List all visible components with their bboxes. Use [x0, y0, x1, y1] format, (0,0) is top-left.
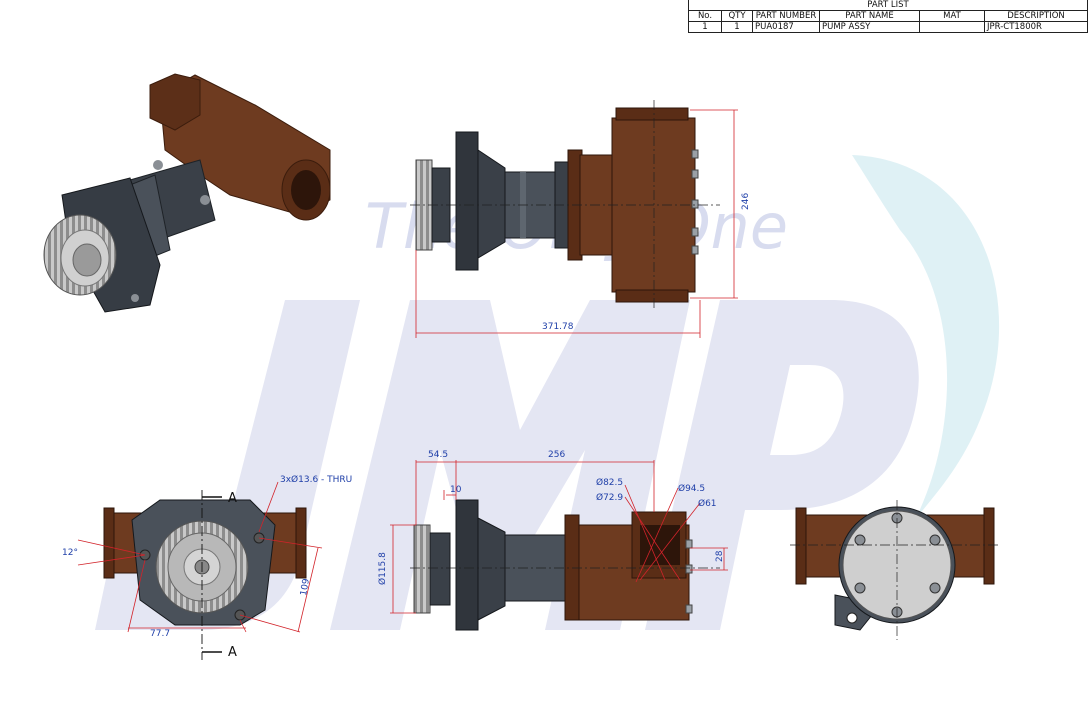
- drawing-canvas: The Only One: [43, 73, 1000, 660]
- part-list-header-row: No. QTY PART NUMBER PART NAME MAT DESCRI…: [688, 10, 1088, 22]
- dim-94-5: Ø94.5: [678, 483, 705, 494]
- section-a-bottom-label: A: [228, 645, 237, 660]
- cell-qty: 1: [721, 21, 753, 33]
- dim-256: 256: [548, 450, 565, 460]
- header-part-name: PART NAME: [819, 10, 920, 22]
- dim-angle-12: 12°: [62, 548, 78, 558]
- rear-view: [790, 500, 1000, 640]
- dim-61: Ø61: [698, 498, 717, 509]
- cell-mat: [919, 21, 985, 33]
- part-list-title-row: PART LIST: [688, 0, 1088, 11]
- dim-length-371: 371.78: [542, 322, 574, 332]
- dim-109: 109: [299, 578, 312, 597]
- header-description: DESCRIPTION: [984, 10, 1088, 22]
- part-list-title: PART LIST: [688, 0, 1088, 11]
- header-mat: MAT: [919, 10, 985, 22]
- dim-holes: 3xØ13.6 - THRU: [280, 474, 352, 485]
- header-part-number: PART NUMBER: [752, 10, 820, 22]
- header-qty: QTY: [721, 10, 753, 22]
- cell-part-number: PUA0187: [752, 21, 820, 33]
- dim-28: 28: [715, 550, 725, 562]
- drawing-sheet: The Only One: [0, 0, 1088, 700]
- table-row: 1 1 PUA0187 PUMP ASSY JPR-CT1800R: [688, 21, 1088, 33]
- dim-54-5: 54.5: [428, 450, 448, 460]
- dim-72-9: Ø72.9: [596, 492, 623, 503]
- cell-part-name: PUMP ASSY: [819, 21, 920, 33]
- cell-no: 1: [688, 21, 722, 33]
- header-no: No.: [688, 10, 722, 22]
- dim-10: 10: [450, 485, 462, 495]
- section-a-top-label: A: [228, 491, 237, 506]
- dim-115-8: Ø115.8: [377, 552, 388, 585]
- dim-77-7: 77.7: [150, 629, 170, 639]
- dim-height-246: 246: [741, 193, 751, 210]
- part-list-table: PART LIST No. QTY PART NUMBER PART NAME …: [688, 0, 1088, 33]
- cell-description: JPR-CT1800R: [984, 21, 1088, 33]
- dim-82-5: Ø82.5: [596, 477, 623, 488]
- isometric-pump-view: [43, 73, 331, 313]
